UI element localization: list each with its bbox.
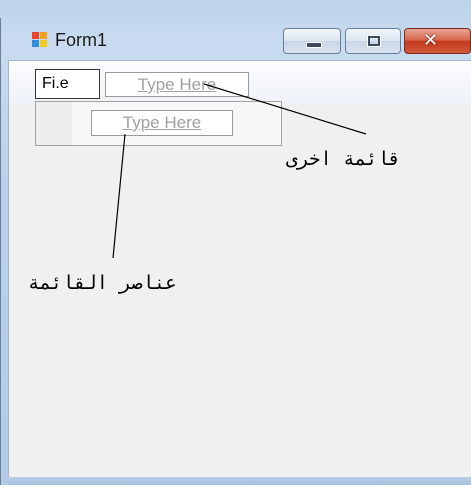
menu-items-pointer [112,133,126,259]
annotation-menu-items: عناصر القائمة [28,272,177,294]
annotation-other-menu: قائمة اخرى [286,148,401,170]
other-menu-pointer [203,83,367,135]
annotation-lines [112,83,367,259]
